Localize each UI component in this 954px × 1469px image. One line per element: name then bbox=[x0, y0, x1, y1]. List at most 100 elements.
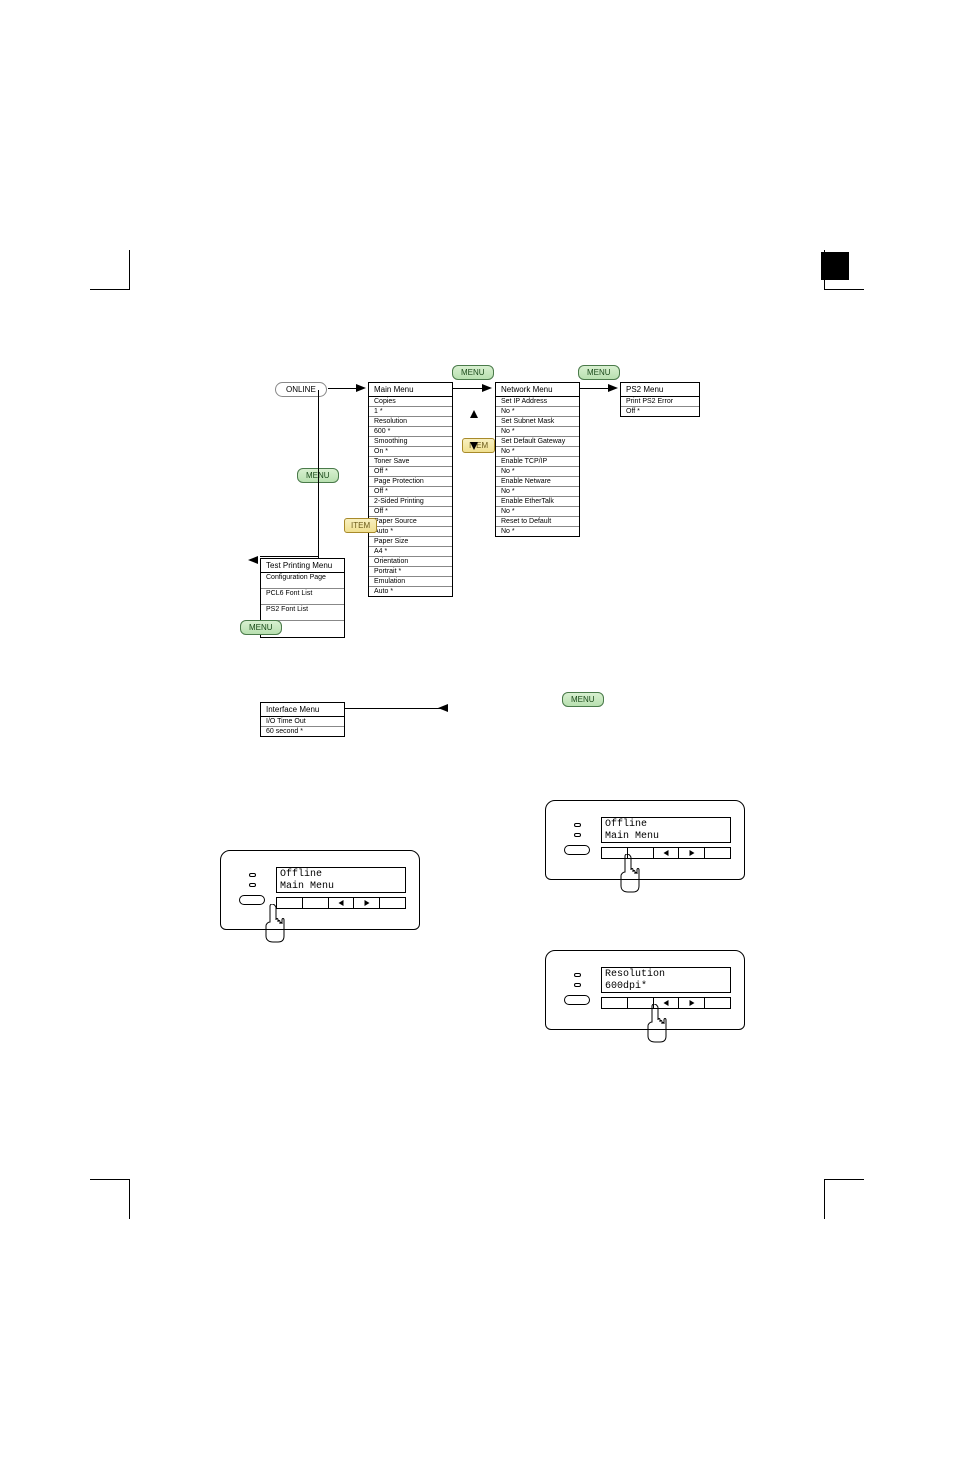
menu-item: PCL6 Font List bbox=[261, 589, 344, 605]
menu-value: A4 * bbox=[369, 547, 452, 557]
menu-item: 2-Sided Printing bbox=[369, 497, 452, 507]
menu-value: No * bbox=[496, 507, 579, 517]
menu-item: Paper Size bbox=[369, 537, 452, 547]
panel-button[interactable] bbox=[704, 847, 731, 859]
panel-button[interactable] bbox=[601, 997, 627, 1009]
menu-value: Off * bbox=[621, 407, 699, 416]
right-arrow-button[interactable] bbox=[678, 847, 704, 859]
oval-button-icon[interactable] bbox=[564, 995, 590, 1005]
item-button[interactable]: ITEM bbox=[344, 518, 377, 533]
menu-value: No * bbox=[496, 487, 579, 497]
arrow-head bbox=[248, 556, 258, 564]
led-icon bbox=[249, 883, 256, 887]
arrow bbox=[453, 388, 483, 389]
menu-item: Enable EtherTalk bbox=[496, 497, 579, 507]
led-icon bbox=[249, 873, 256, 877]
menu-value: Off * bbox=[369, 467, 452, 477]
menu-title: Network Menu bbox=[496, 383, 579, 397]
main-menu-box: Main Menu Copies 1 * Resolution 600 * Sm… bbox=[368, 382, 453, 597]
left-arrow-button[interactable] bbox=[328, 897, 354, 909]
control-panel-resolution: Resolution 600dpi* bbox=[545, 950, 745, 1060]
right-arrow-button[interactable] bbox=[678, 997, 704, 1009]
menu-item: Print PS2 Error bbox=[621, 397, 699, 407]
arrow bbox=[328, 388, 358, 389]
menu-item: Page Protection bbox=[369, 477, 452, 487]
control-panel-offline-1: Offline Main Menu bbox=[220, 850, 420, 960]
oval-button-icon[interactable] bbox=[564, 845, 590, 855]
panel-button[interactable] bbox=[302, 897, 328, 909]
menu-value: No * bbox=[496, 467, 579, 477]
menu-value: On * bbox=[369, 447, 452, 457]
led-icon bbox=[574, 973, 581, 977]
lcd-display: Offline Main Menu bbox=[276, 867, 406, 893]
crop-mark bbox=[70, 230, 130, 290]
menu-item: Emulation bbox=[369, 577, 452, 587]
menu-item: Set Subnet Mask bbox=[496, 417, 579, 427]
menu-item: Enable Netware bbox=[496, 477, 579, 487]
network-menu-box: Network Menu Set IP Address No * Set Sub… bbox=[495, 382, 580, 537]
menu-item: Enable TCP/IP bbox=[496, 457, 579, 467]
menu-value: No * bbox=[496, 447, 579, 457]
hand-icon bbox=[258, 904, 288, 944]
menu-title: PS2 Menu bbox=[621, 383, 699, 397]
arrow bbox=[260, 556, 318, 557]
lcd-display: Offline Main Menu bbox=[601, 817, 731, 843]
menu-title: Test Printing Menu bbox=[261, 559, 344, 573]
hand-icon bbox=[613, 854, 643, 894]
button-row bbox=[276, 897, 406, 909]
menu-button[interactable]: MENU bbox=[562, 692, 604, 707]
panel-button[interactable] bbox=[704, 997, 731, 1009]
menu-item: Configuration Page bbox=[261, 573, 344, 589]
menu-button[interactable]: MENU bbox=[578, 365, 620, 380]
arrow-head bbox=[482, 384, 492, 392]
menu-value: 600 * bbox=[369, 427, 452, 437]
menu-item: Smoothing bbox=[369, 437, 452, 447]
online-button[interactable]: ONLINE bbox=[275, 382, 327, 397]
arrow bbox=[345, 708, 445, 709]
menu-value: Portrait * bbox=[369, 567, 452, 577]
led-icon bbox=[574, 983, 581, 987]
menu-title: Main Menu bbox=[369, 383, 452, 397]
menu-value: Auto * bbox=[369, 527, 452, 537]
menu-item: PS2 Font List bbox=[261, 605, 344, 621]
arrow bbox=[318, 390, 319, 560]
menu-value: Off * bbox=[369, 507, 452, 517]
menu-value: No * bbox=[496, 427, 579, 437]
left-arrow-button[interactable] bbox=[653, 847, 679, 859]
menu-title: Interface Menu bbox=[261, 703, 344, 717]
control-panel-offline-2: Offline Main Menu bbox=[545, 800, 745, 910]
menu-value: Auto * bbox=[369, 587, 452, 596]
menu-diagram: ONLINE MENU MENU Main Menu Copies 1 * Re… bbox=[220, 360, 920, 760]
menu-value: 60 second * bbox=[261, 727, 344, 736]
menu-button[interactable]: MENU bbox=[240, 620, 282, 635]
arrow-head bbox=[438, 704, 448, 712]
menu-item: Set IP Address bbox=[496, 397, 579, 407]
led-icon bbox=[574, 833, 581, 837]
menu-value: 1 * bbox=[369, 407, 452, 417]
crop-mark bbox=[70, 1179, 130, 1239]
right-arrow-button[interactable] bbox=[353, 897, 379, 909]
menu-button[interactable]: MENU bbox=[452, 365, 494, 380]
arrow-head bbox=[608, 384, 618, 392]
ps2-menu-box: PS2 Menu Print PS2 Error Off * bbox=[620, 382, 700, 417]
interface-menu-box: Interface Menu I/O Time Out 60 second * bbox=[260, 702, 345, 737]
panel-button[interactable] bbox=[379, 897, 406, 909]
tab-marker bbox=[821, 252, 849, 280]
menu-item: Orientation bbox=[369, 557, 452, 567]
menu-item: Set Default Gateway bbox=[496, 437, 579, 447]
led-icon bbox=[574, 823, 581, 827]
menu-item: Resolution bbox=[369, 417, 452, 427]
lcd-display: Resolution 600dpi* bbox=[601, 967, 731, 993]
arrow-head bbox=[356, 384, 366, 392]
hand-icon bbox=[640, 1004, 670, 1044]
arrow bbox=[580, 388, 610, 389]
menu-value: Off * bbox=[369, 487, 452, 497]
menu-item: I/O Time Out bbox=[261, 717, 344, 727]
menu-item: Reset to Default bbox=[496, 517, 579, 527]
scroll-indicator bbox=[468, 410, 480, 450]
menu-value: No * bbox=[496, 407, 579, 417]
menu-item: Copies bbox=[369, 397, 452, 407]
menu-item: Paper Source bbox=[369, 517, 452, 527]
menu-item: Toner Save bbox=[369, 457, 452, 467]
menu-value: No * bbox=[496, 527, 579, 536]
